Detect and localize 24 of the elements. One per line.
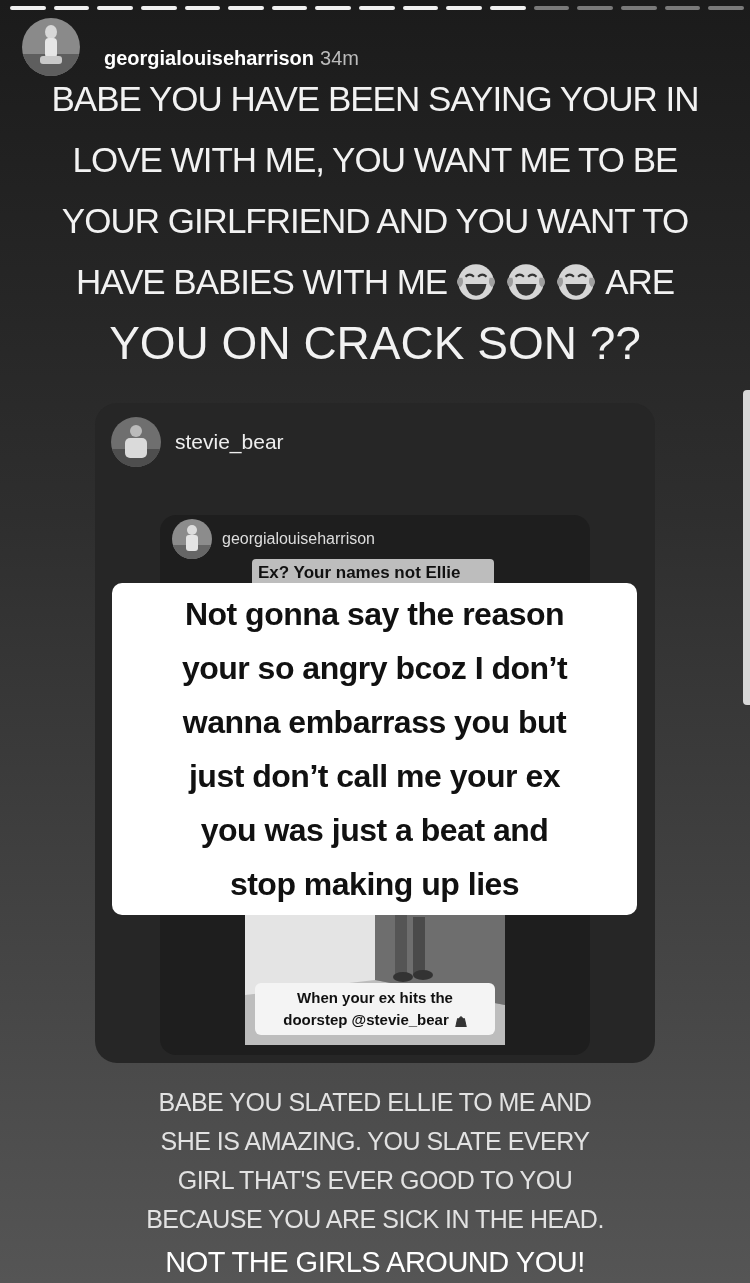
note-text: you was just a beat and	[200, 811, 549, 850]
shared-story-card[interactable]	[95, 403, 655, 1063]
caption-text: ARE	[605, 261, 675, 302]
sticker-text: doorstep @stevie_bear	[283, 1010, 449, 1030]
note-text: your so angry bcoz I don’t	[181, 649, 568, 688]
post-time: 34m	[320, 47, 359, 71]
caption-text: YOU ON CRACK SON ??	[109, 315, 641, 370]
sticker-text: When your ex hits the	[296, 988, 454, 1008]
username[interactable]: georgialouiseharrison	[104, 47, 315, 76]
caption-text: BABE YOU HAVE BEEN SAYING YOUR IN	[51, 78, 699, 119]
username: georgialouiseharrison	[222, 530, 375, 548]
caption-text: NOT THE GIRLS AROUND YOU!	[165, 1245, 585, 1280]
caption-text: YOUR GIRLFRIEND AND YOU WANT TO	[61, 200, 689, 241]
caption-text: GIRL THAT'S EVER GOOD TO YOU	[177, 1165, 573, 1196]
note-text: wanna embarrass you but	[182, 703, 567, 742]
caption-text: HAVE BABIES WITH ME	[75, 261, 448, 302]
caption-text: SHE IS AMAZING. YOU SLATE EVERY	[160, 1126, 590, 1157]
note-text: just don’t call me your ex	[188, 757, 561, 796]
caption-text: BABE YOU SLATED ELLIE TO ME AND	[158, 1087, 592, 1118]
caption-text: LOVE WITH ME, YOU WANT ME TO BE	[72, 139, 678, 180]
note-text: Not gonna say the reason	[184, 595, 565, 634]
username[interactable]: stevie_bear	[175, 430, 284, 454]
caption-text: BECAUSE YOU ARE SICK IN THE HEAD.	[146, 1204, 604, 1235]
note-text: stop making up lies	[229, 865, 520, 904]
